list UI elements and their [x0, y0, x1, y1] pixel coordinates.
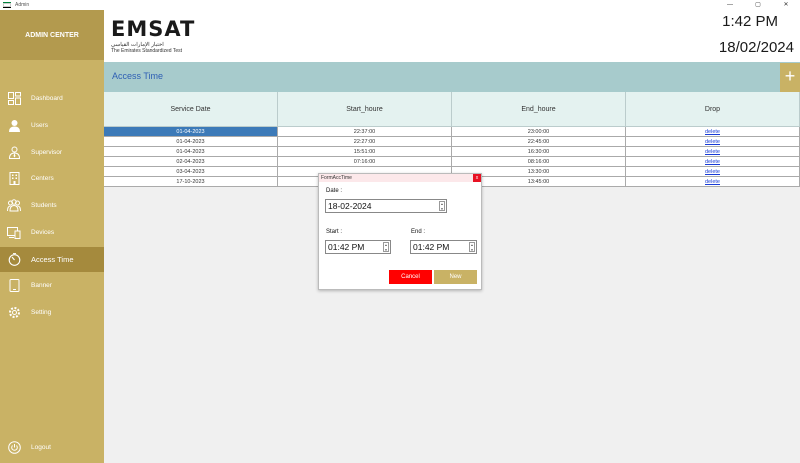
- cell-end[interactable]: 16:30:00: [452, 147, 626, 156]
- sidebar: ADMIN CENTER Dashboard Users Supervisor …: [0, 10, 104, 463]
- maximize-button[interactable]: ▢: [744, 0, 772, 10]
- end-spinner[interactable]: ▲ ▼: [469, 242, 475, 252]
- sidebar-item-dashboard[interactable]: Dashboard: [0, 86, 104, 111]
- table-row[interactable]: 01-04-2023 15:51:00 16:30:00 delete: [104, 147, 800, 157]
- dialog-close-button[interactable]: x: [473, 174, 481, 182]
- delete-link[interactable]: delete: [626, 177, 800, 186]
- spin-down-icon[interactable]: ▼: [384, 248, 388, 253]
- add-button[interactable]: +: [780, 63, 800, 92]
- column-header[interactable]: Start_houre: [278, 92, 452, 126]
- sidebar-item-label: Students: [31, 202, 57, 209]
- cell-service-date[interactable]: 01-04-2023: [104, 147, 278, 156]
- sidebar-item-label: Centers: [31, 175, 54, 182]
- section-title: Access Time: [112, 71, 164, 81]
- sidebar-item-centers[interactable]: Centers: [0, 166, 104, 191]
- supervisor-icon: [7, 146, 21, 160]
- column-header[interactable]: End_houre: [452, 92, 626, 126]
- power-icon: [7, 441, 21, 455]
- sidebar-item-users[interactable]: Users: [0, 113, 104, 138]
- cell-service-date[interactable]: 03-04-2023: [104, 167, 278, 176]
- logo-subtitle: The Emirates Standardized Test: [111, 48, 183, 54]
- students-icon: [7, 199, 21, 213]
- table-header: Service Date Start_houre End_houre Drop: [104, 92, 800, 127]
- sidebar-item-supervisor[interactable]: Supervisor: [0, 140, 104, 165]
- timer-icon: [7, 253, 21, 267]
- end-time-value: 01:42 PM: [413, 242, 450, 252]
- minimize-button[interactable]: —: [716, 0, 744, 10]
- cell-service-date[interactable]: 01-04-2023: [104, 127, 278, 136]
- sidebar-item-label: Setting: [31, 309, 52, 316]
- table-row[interactable]: 02-04-2023 07:16:00 08:16:00 delete: [104, 157, 800, 167]
- sidebar-item-label: Access Time: [31, 255, 74, 264]
- table-row[interactable]: 01-04-2023 22:37:00 23:00:00 delete: [104, 127, 800, 137]
- current-time: 1:42 PM: [722, 13, 778, 30]
- sidebar-item-access-time[interactable]: Access Time: [0, 247, 104, 272]
- logo-text: EMSAT: [111, 17, 196, 41]
- sidebar-item-devices[interactable]: Devices: [0, 220, 104, 245]
- spin-down-icon[interactable]: ▼: [470, 248, 474, 253]
- sidebar-item-label: Devices: [31, 229, 55, 236]
- column-header[interactable]: Service Date: [104, 92, 278, 126]
- start-time-picker[interactable]: 01:42 PM ▲ ▼: [325, 240, 391, 254]
- cell-end[interactable]: 23:00:00: [452, 127, 626, 136]
- cell-start[interactable]: 22:37:00: [278, 127, 452, 136]
- sidebar-item-label: Banner: [31, 282, 52, 289]
- cell-service-date[interactable]: 02-04-2023: [104, 157, 278, 166]
- building-icon: [7, 172, 21, 186]
- delete-link[interactable]: delete: [626, 137, 800, 146]
- cancel-button[interactable]: Cancel: [389, 270, 432, 284]
- start-time-value: 01:42 PM: [328, 242, 365, 252]
- window-titlebar: Admin — ▢ ✕: [0, 0, 800, 10]
- cell-service-date[interactable]: 01-04-2023: [104, 137, 278, 146]
- section-bar: Access Time +: [104, 62, 800, 92]
- sidebar-title: ADMIN CENTER: [25, 31, 79, 39]
- delete-link[interactable]: delete: [626, 167, 800, 176]
- end-time-picker[interactable]: 01:42 PM ▲ ▼: [410, 240, 477, 254]
- dashboard-icon: [7, 92, 21, 106]
- close-window-button[interactable]: ✕: [772, 0, 800, 10]
- gear-icon: [7, 306, 21, 320]
- cell-start[interactable]: 22:27:00: [278, 137, 452, 146]
- new-button[interactable]: New: [434, 270, 477, 284]
- column-header[interactable]: Drop: [626, 92, 800, 126]
- start-label: Start :: [326, 229, 343, 235]
- cell-end[interactable]: 08:16:00: [452, 157, 626, 166]
- sidebar-item-banner[interactable]: Banner: [0, 273, 104, 298]
- sidebar-item-label: Dashboard: [31, 95, 63, 102]
- cell-start[interactable]: 15:51:00: [278, 147, 452, 156]
- logout-label: Logout: [31, 444, 51, 451]
- date-label: Date :: [326, 188, 343, 194]
- sidebar-header: ADMIN CENTER: [0, 10, 104, 60]
- emsat-logo: EMSAT اختبار الإمارات القياسي The Emirat…: [111, 17, 195, 54]
- window-title: Admin: [15, 2, 30, 8]
- uae-flag-icon: [3, 2, 11, 8]
- cell-end[interactable]: 22:45:00: [452, 137, 626, 146]
- start-spinner[interactable]: ▲ ▼: [383, 242, 389, 252]
- dialog-titlebar: FormAccTime x: [319, 174, 481, 182]
- spin-down-icon[interactable]: ▼: [440, 207, 444, 212]
- dialog-title: FormAccTime: [321, 175, 352, 181]
- table-row[interactable]: 01-04-2023 22:27:00 22:45:00 delete: [104, 137, 800, 147]
- cell-start[interactable]: 07:16:00: [278, 157, 452, 166]
- sidebar-item-label: Supervisor: [31, 149, 63, 156]
- access-time-dialog: FormAccTime x Date : 18-02-2024 ▲ ▼ Start…: [318, 173, 482, 290]
- cell-service-date[interactable]: 17-10-2023: [104, 177, 278, 186]
- sidebar-item-students[interactable]: Students: [0, 193, 104, 218]
- date-spinner[interactable]: ▲ ▼: [439, 201, 445, 211]
- current-date: 18/02/2024: [718, 39, 794, 56]
- header: EMSAT اختبار الإمارات القياسي The Emirat…: [104, 10, 800, 62]
- devices-icon: [7, 226, 21, 240]
- end-label: End :: [411, 229, 426, 235]
- date-value: 18-02-2024: [328, 201, 372, 211]
- logout-button[interactable]: Logout: [0, 435, 104, 460]
- delete-link[interactable]: delete: [626, 157, 800, 166]
- sidebar-item-setting[interactable]: Setting: [0, 300, 104, 325]
- delete-link[interactable]: delete: [626, 147, 800, 156]
- date-picker[interactable]: 18-02-2024 ▲ ▼: [325, 199, 447, 213]
- user-icon: [7, 119, 21, 133]
- sidebar-item-label: Users: [31, 122, 48, 129]
- delete-link[interactable]: delete: [626, 127, 800, 136]
- tablet-icon: [7, 279, 21, 293]
